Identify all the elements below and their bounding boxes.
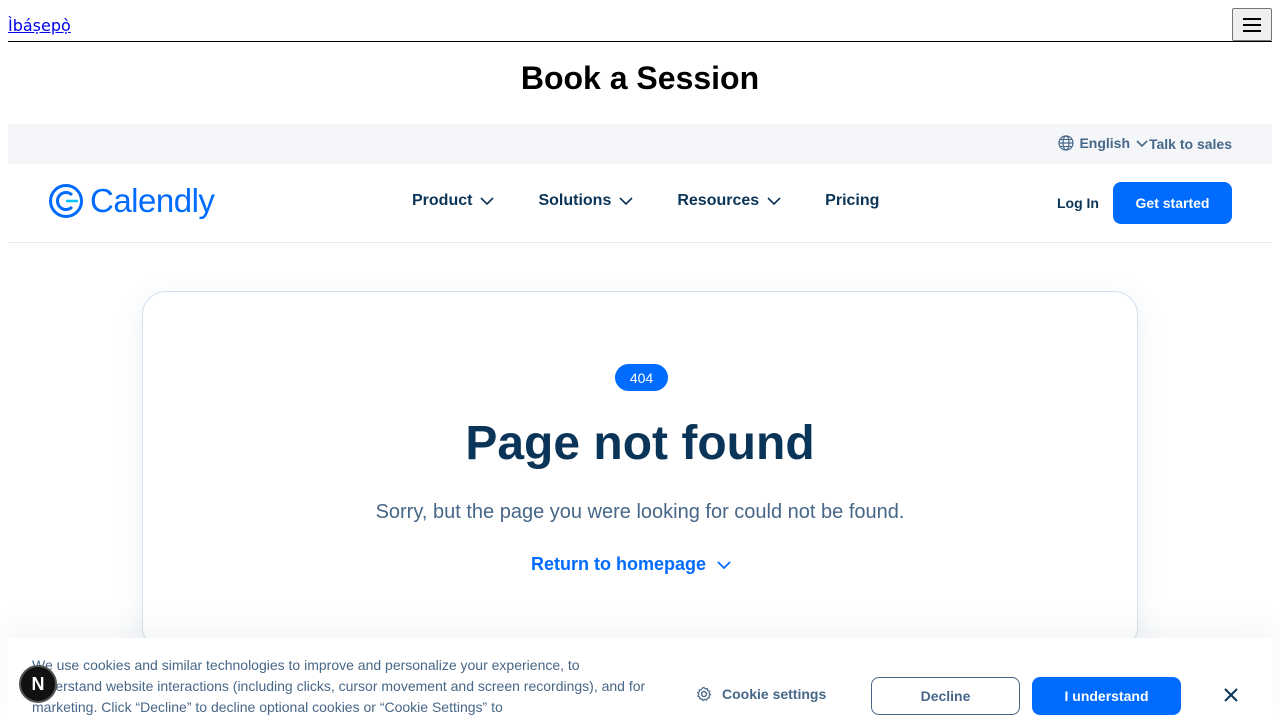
error-code-badge: 404 [615, 364, 668, 391]
close-banner-button[interactable] [1221, 685, 1241, 705]
chevron-down-icon [767, 197, 781, 206]
home-link[interactable]: Ìbáṣepọ̀ [8, 16, 71, 35]
error-subtitle: Sorry, but the page you were looking for… [375, 501, 905, 523]
cookie-banner: We use cookies and similar technologies … [8, 638, 1272, 720]
menu-button[interactable] [1232, 8, 1272, 41]
chevron-down-icon [619, 197, 633, 206]
nav-items: Product Solutions Resources Pricing [412, 192, 923, 210]
decline-button[interactable]: Decline [871, 677, 1020, 715]
error-title: Page not found [465, 417, 815, 470]
chevron-down-icon [480, 197, 495, 206]
cookie-text: We use cookies and similar technologies … [32, 657, 646, 715]
error-card: 404 Page not found Sorry, but the page y… [142, 291, 1138, 651]
calendly-logo-icon [49, 184, 83, 218]
nav-item-product[interactable]: Product [412, 192, 495, 210]
nav-item-resources[interactable]: Resources [677, 192, 781, 210]
return-label: Return to homepage [531, 554, 707, 574]
hamburger-icon [1243, 17, 1261, 32]
accept-cookies-button[interactable]: I understand [1032, 677, 1181, 715]
logo-text: Calendly [90, 182, 215, 219]
return-to-homepage-link[interactable]: Return to homepage [531, 554, 732, 575]
cookie-settings-label: Cookie settings [722, 686, 827, 702]
nav-item-label: Resources [677, 192, 760, 209]
language-selector[interactable]: English [1058, 135, 1149, 151]
nav-item-pricing[interactable]: Pricing [825, 192, 879, 210]
top-bar: Ìbáṣepọ̀ [8, 8, 1272, 42]
utility-bar: English Talk to sales [8, 124, 1272, 164]
dev-tools-badge[interactable]: N [19, 665, 57, 703]
nav-item-solutions[interactable]: Solutions [538, 192, 633, 210]
page-title: Book a Session [520, 60, 760, 96]
nav-item-label: Pricing [825, 192, 880, 209]
close-icon [1224, 688, 1238, 702]
gear-icon [696, 686, 712, 702]
nav-item-label: Product [412, 192, 473, 209]
login-link[interactable]: Log In [1057, 195, 1099, 211]
main-nav: Calendly Product Solutions Resources Pri… [8, 164, 1272, 243]
talk-to-sales-link[interactable]: Talk to sales [1149, 136, 1232, 152]
calendly-logo[interactable]: Calendly [48, 182, 215, 220]
chevron-down-icon [1136, 140, 1148, 148]
cookie-settings-button[interactable]: Cookie settings [696, 686, 826, 702]
language-label: English [1079, 135, 1130, 151]
get-started-button[interactable]: Get started [1113, 182, 1232, 224]
nav-item-label: Solutions [538, 192, 612, 209]
globe-icon [1058, 135, 1075, 151]
chevron-down-icon [717, 560, 731, 569]
